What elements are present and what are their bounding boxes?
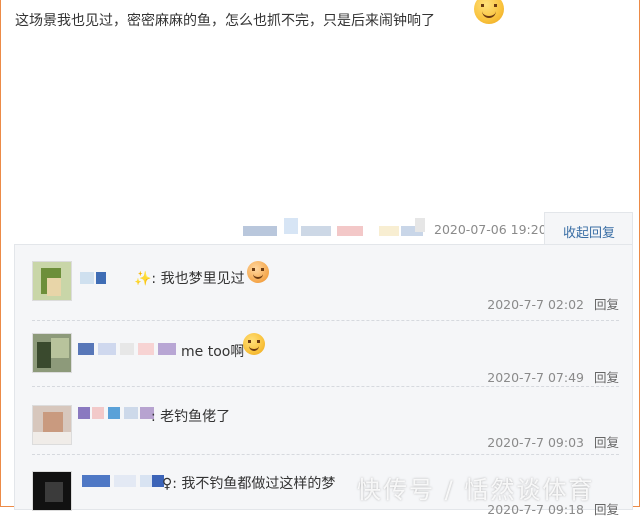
post-text: 这场景我也见过，密密麻麻的鱼，怎么也抓不完，只是后来闹钟响了 — [15, 10, 435, 30]
comment-text: me too啊 — [181, 341, 244, 361]
collapse-replies-tab[interactable]: 收起回复 — [544, 212, 633, 246]
comment-time: 2020-7-7 09:03 — [487, 435, 584, 450]
comment-text: ♀: 我不钓鱼都做过这样的梦 — [162, 473, 335, 493]
comment-meta: 2020-7-7 02:02 回复 — [487, 294, 619, 313]
post-timestamp: 2020-07-06 19:20 — [434, 222, 547, 237]
comment-body: : 老钓鱼佬了 — [151, 409, 231, 425]
reply-link[interactable]: 回复 — [594, 370, 619, 385]
watermark-text: 快传号 / 恬然谈体育 — [357, 476, 595, 504]
grin-emoji-icon — [474, 0, 504, 24]
comment-item: : 老钓鱼佬了 2020-7-7 09:03 回复 — [32, 387, 619, 455]
comment-text: ✨: 我也梦里见过 — [134, 268, 245, 288]
comment-body: me too啊 — [181, 344, 245, 360]
comment-body: ♀: 我不钓鱼都做过这样的梦 — [162, 476, 336, 492]
avatar[interactable] — [32, 405, 72, 445]
reply-link[interactable]: 回复 — [594, 435, 619, 450]
comment-item: ✨: 我也梦里见过 2020-7-7 02:02 回复 — [32, 255, 619, 321]
smile-emoji-icon — [243, 333, 265, 355]
post-body: 这场景我也见过，密密麻麻的鱼，怎么也抓不完，只是后来闹钟响了 — [15, 13, 435, 29]
comment-text: : 老钓鱼佬了 — [151, 406, 230, 426]
reply-link[interactable]: 回复 — [594, 502, 619, 517]
avatar[interactable] — [32, 333, 72, 373]
avatar[interactable] — [32, 471, 72, 511]
reply-link[interactable]: 回复 — [594, 297, 619, 312]
collapse-replies-label[interactable]: 收起回复 — [563, 222, 615, 241]
comment-body: ✨: 我也梦里见过 — [134, 271, 245, 287]
comment-time: 2020-7-7 02:02 — [487, 297, 584, 312]
comment-item: me too啊 2020-7-7 07:49 回复 — [32, 321, 619, 387]
comment-time: 2020-7-7 07:49 — [487, 370, 584, 385]
comment-meta: 2020-7-7 07:49 回复 — [487, 367, 619, 386]
comment-meta: 2020-7-7 09:03 回复 — [487, 432, 619, 451]
post-container: 这场景我也见过，密密麻麻的鱼，怎么也抓不完，只是后来闹钟响了 2020-07-0… — [0, 0, 640, 517]
laugh-tears-emoji-icon — [247, 261, 269, 283]
avatar[interactable] — [32, 261, 72, 301]
